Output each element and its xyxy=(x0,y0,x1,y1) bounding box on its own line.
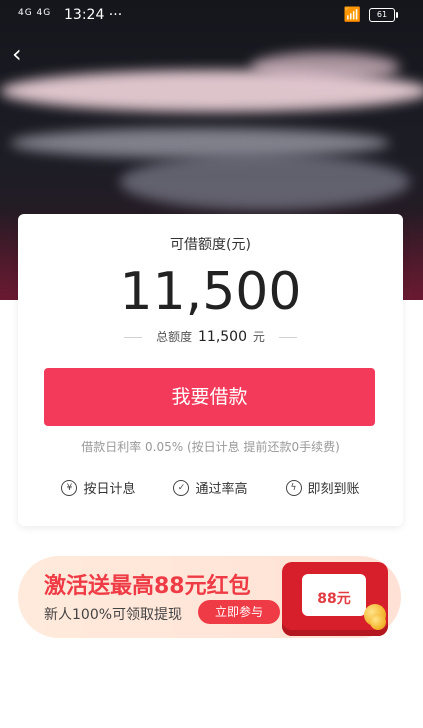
promo-subtitle: 新人100%可领取提现 xyxy=(44,607,183,623)
total-credit: 总额度 11,500 元 xyxy=(18,328,403,345)
status-bar: 4G 4G 13:24 ··· 📶 61 xyxy=(0,0,423,32)
feature-label: 通过率高 xyxy=(195,482,248,497)
badge-unit: 元 xyxy=(336,591,351,607)
back-icon[interactable]: ‹ xyxy=(12,42,36,68)
total-label: 总额度 xyxy=(156,330,193,344)
status-time: 13:24 ··· xyxy=(64,7,123,23)
signal-indicator: 4G 4G xyxy=(18,8,52,18)
feature-label: 按日计息 xyxy=(83,482,136,497)
obscured-scribble xyxy=(10,128,390,158)
check-circle-icon: ✓ xyxy=(173,479,190,496)
yen-icon: ¥ xyxy=(61,479,78,496)
total-unit: 元 xyxy=(252,330,265,344)
borrow-button[interactable]: 我要借款 xyxy=(44,368,375,426)
feature-label: 即刻到账 xyxy=(307,482,360,497)
promo-banner[interactable]: 激活送最高88元红包 新人100%可领取提现 立即参与 88元 xyxy=(18,556,401,638)
red-envelope-badge: 88元 xyxy=(302,574,366,616)
join-now-button[interactable]: 立即参与 xyxy=(198,600,280,624)
feature-list: ¥ 按日计息 ✓ 通过率高 ϟ 即刻到账 xyxy=(18,478,403,497)
rate-info: 借款日利率 0.05% (按日计息 提前还款0手续费) xyxy=(81,440,340,454)
wifi-icon: 📶 xyxy=(343,7,361,23)
total-value: 11,500 xyxy=(198,329,247,345)
red-envelope-icon: 88元 xyxy=(282,562,388,636)
promo-title: 激活送最高88元红包 xyxy=(44,574,251,599)
credit-label: 可借额度(元) xyxy=(170,237,251,253)
battery-icon: 61 xyxy=(369,8,398,22)
badge-number: 88 xyxy=(317,591,337,607)
feature-item: ¥ 按日计息 xyxy=(61,478,135,497)
status-right: 📶 61 xyxy=(343,7,398,23)
feature-item: ✓ 通过率高 xyxy=(173,478,248,497)
credit-amount: 11,500 xyxy=(119,262,302,322)
obscured-scribble xyxy=(120,154,410,210)
feature-item: ϟ 即刻到账 xyxy=(285,478,360,497)
credit-card: 可借额度(元) 11,500 总额度 11,500 元 我要借款 借款日利率 0… xyxy=(18,214,403,526)
lightning-icon: ϟ xyxy=(285,479,302,496)
coin-icon xyxy=(370,614,386,630)
obscured-scribble xyxy=(250,52,400,82)
